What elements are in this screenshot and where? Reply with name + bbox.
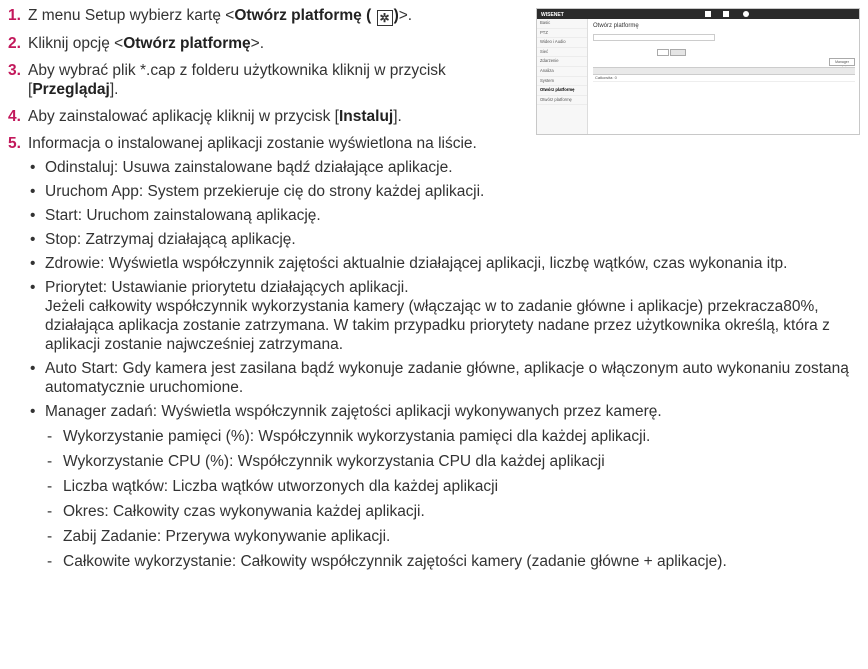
list-item: Stop: Zatrzymaj działającą aplikację. [28,230,858,249]
step-number: 1. [8,7,21,24]
step-text: Z menu Setup wybierz kartę < [28,7,235,24]
step-text-end: >. [250,35,265,52]
step-3: 3. Aby wybrać plik *.cap z folderu użytk… [8,61,526,99]
step-text-end: ]. [393,108,402,125]
screenshot-main: Otwórz platformę Manager zadań Całkowita… [593,23,855,130]
dash-item: Okres: Całkowity czas wykonywania każdej… [45,502,858,521]
dash-list: Wykorzystanie pamięci (%): Współczynnik … [45,427,858,571]
step-2: 2. Kliknij opcję <Otwórz platformę>. [8,34,526,53]
ui-screenshot: WISENET Basic PTZ Wideo i Audio Sieć Zda… [536,8,860,135]
install-button [670,49,686,56]
list-item: Zdrowie: Wyświetla współczynnik zajętośc… [28,254,858,273]
gear-icon [743,11,749,17]
wisenet-logo: WISENET [541,11,564,18]
step-bold: Otwórz platformę ( [234,7,372,24]
sidebar-item: Otwórz platformę [537,96,587,106]
list-item: Priorytet: Ustawianie priorytetu działaj… [28,278,858,354]
file-path-field [593,34,715,41]
dash-item: Całkowite wykorzystanie: Całkowity współ… [45,552,858,571]
step-text: Informacja o instalowanej aplikacji zost… [28,135,477,152]
step-text-end: ]. [109,81,119,98]
task-manager-button: Manager zadań [829,58,855,70]
list-item: Auto Start: Gdy kamera jest zasilana bąd… [28,359,858,397]
screenshot-title: Otwórz platformę [593,23,639,29]
dash-item: Wykorzystanie pamięci (%): Współczynnik … [45,427,858,446]
sidebar-item: Otwórz platformę [537,86,587,96]
dash-item: Wykorzystanie CPU (%): Współczynnik wyko… [45,452,858,471]
list-item: Odinstaluj: Usuwa zainstalowane bądź dzi… [28,158,858,177]
bullet-list: Odinstaluj: Usuwa zainstalowane bądź dzi… [28,158,858,571]
browse-button [657,49,669,56]
sidebar-item: System [537,77,587,87]
sidebar-item: Zdarzenie [537,57,587,67]
dash-item: Liczba wątków: Liczba wątków utworzonych… [45,477,858,496]
sidebar-item: Analiza [537,67,587,77]
step-bold: Przeglądaj [32,81,110,98]
list-item: Manager zadań: Wyświetla współczynnik za… [28,402,858,571]
app-table-row: Całkowita: 0 [593,75,855,82]
monitor-icon [705,11,711,17]
screenshot-topbar: WISENET [537,9,859,19]
step-bold: Instaluj [338,108,394,125]
step-bold: Otwórz platformę [123,35,251,52]
step-number: 2. [8,35,21,52]
dash-item: Zabij Zadanie: Przerywa wykonywanie apli… [45,527,858,546]
sidebar-item: Sieć [537,48,587,58]
step-number: 3. [8,62,21,79]
sidebar-item: Basic [537,19,587,29]
list-item: Start: Uruchom zainstalowaną aplikację. [28,206,858,225]
app-table-header [593,67,855,75]
sidebar-item: Wideo i Audio [537,38,587,48]
step-text: Kliknij opcję < [28,35,124,52]
gear-icon: ✲ [376,10,393,26]
playback-icon [723,11,729,17]
step-text: Aby zainstalować aplikację kliknij w prz… [28,108,339,125]
priority-note: Jeżeli całkowity współczynnik wykorzysta… [45,298,830,353]
sidebar-item: PTZ [537,29,587,39]
step-number: 4. [8,108,21,125]
screenshot-sidebar: Basic PTZ Wideo i Audio Sieć Zdarzenie A… [537,19,588,134]
list-item: Uruchom App: System przekieruje cię do s… [28,182,858,201]
step-5: 5. Informacja o instalowanej aplikacji z… [8,134,858,571]
step-number: 5. [8,135,21,152]
step-1: 1. Z menu Setup wybierz kartę <Otwórz pl… [8,6,526,26]
step-text-end: >. [398,7,413,24]
